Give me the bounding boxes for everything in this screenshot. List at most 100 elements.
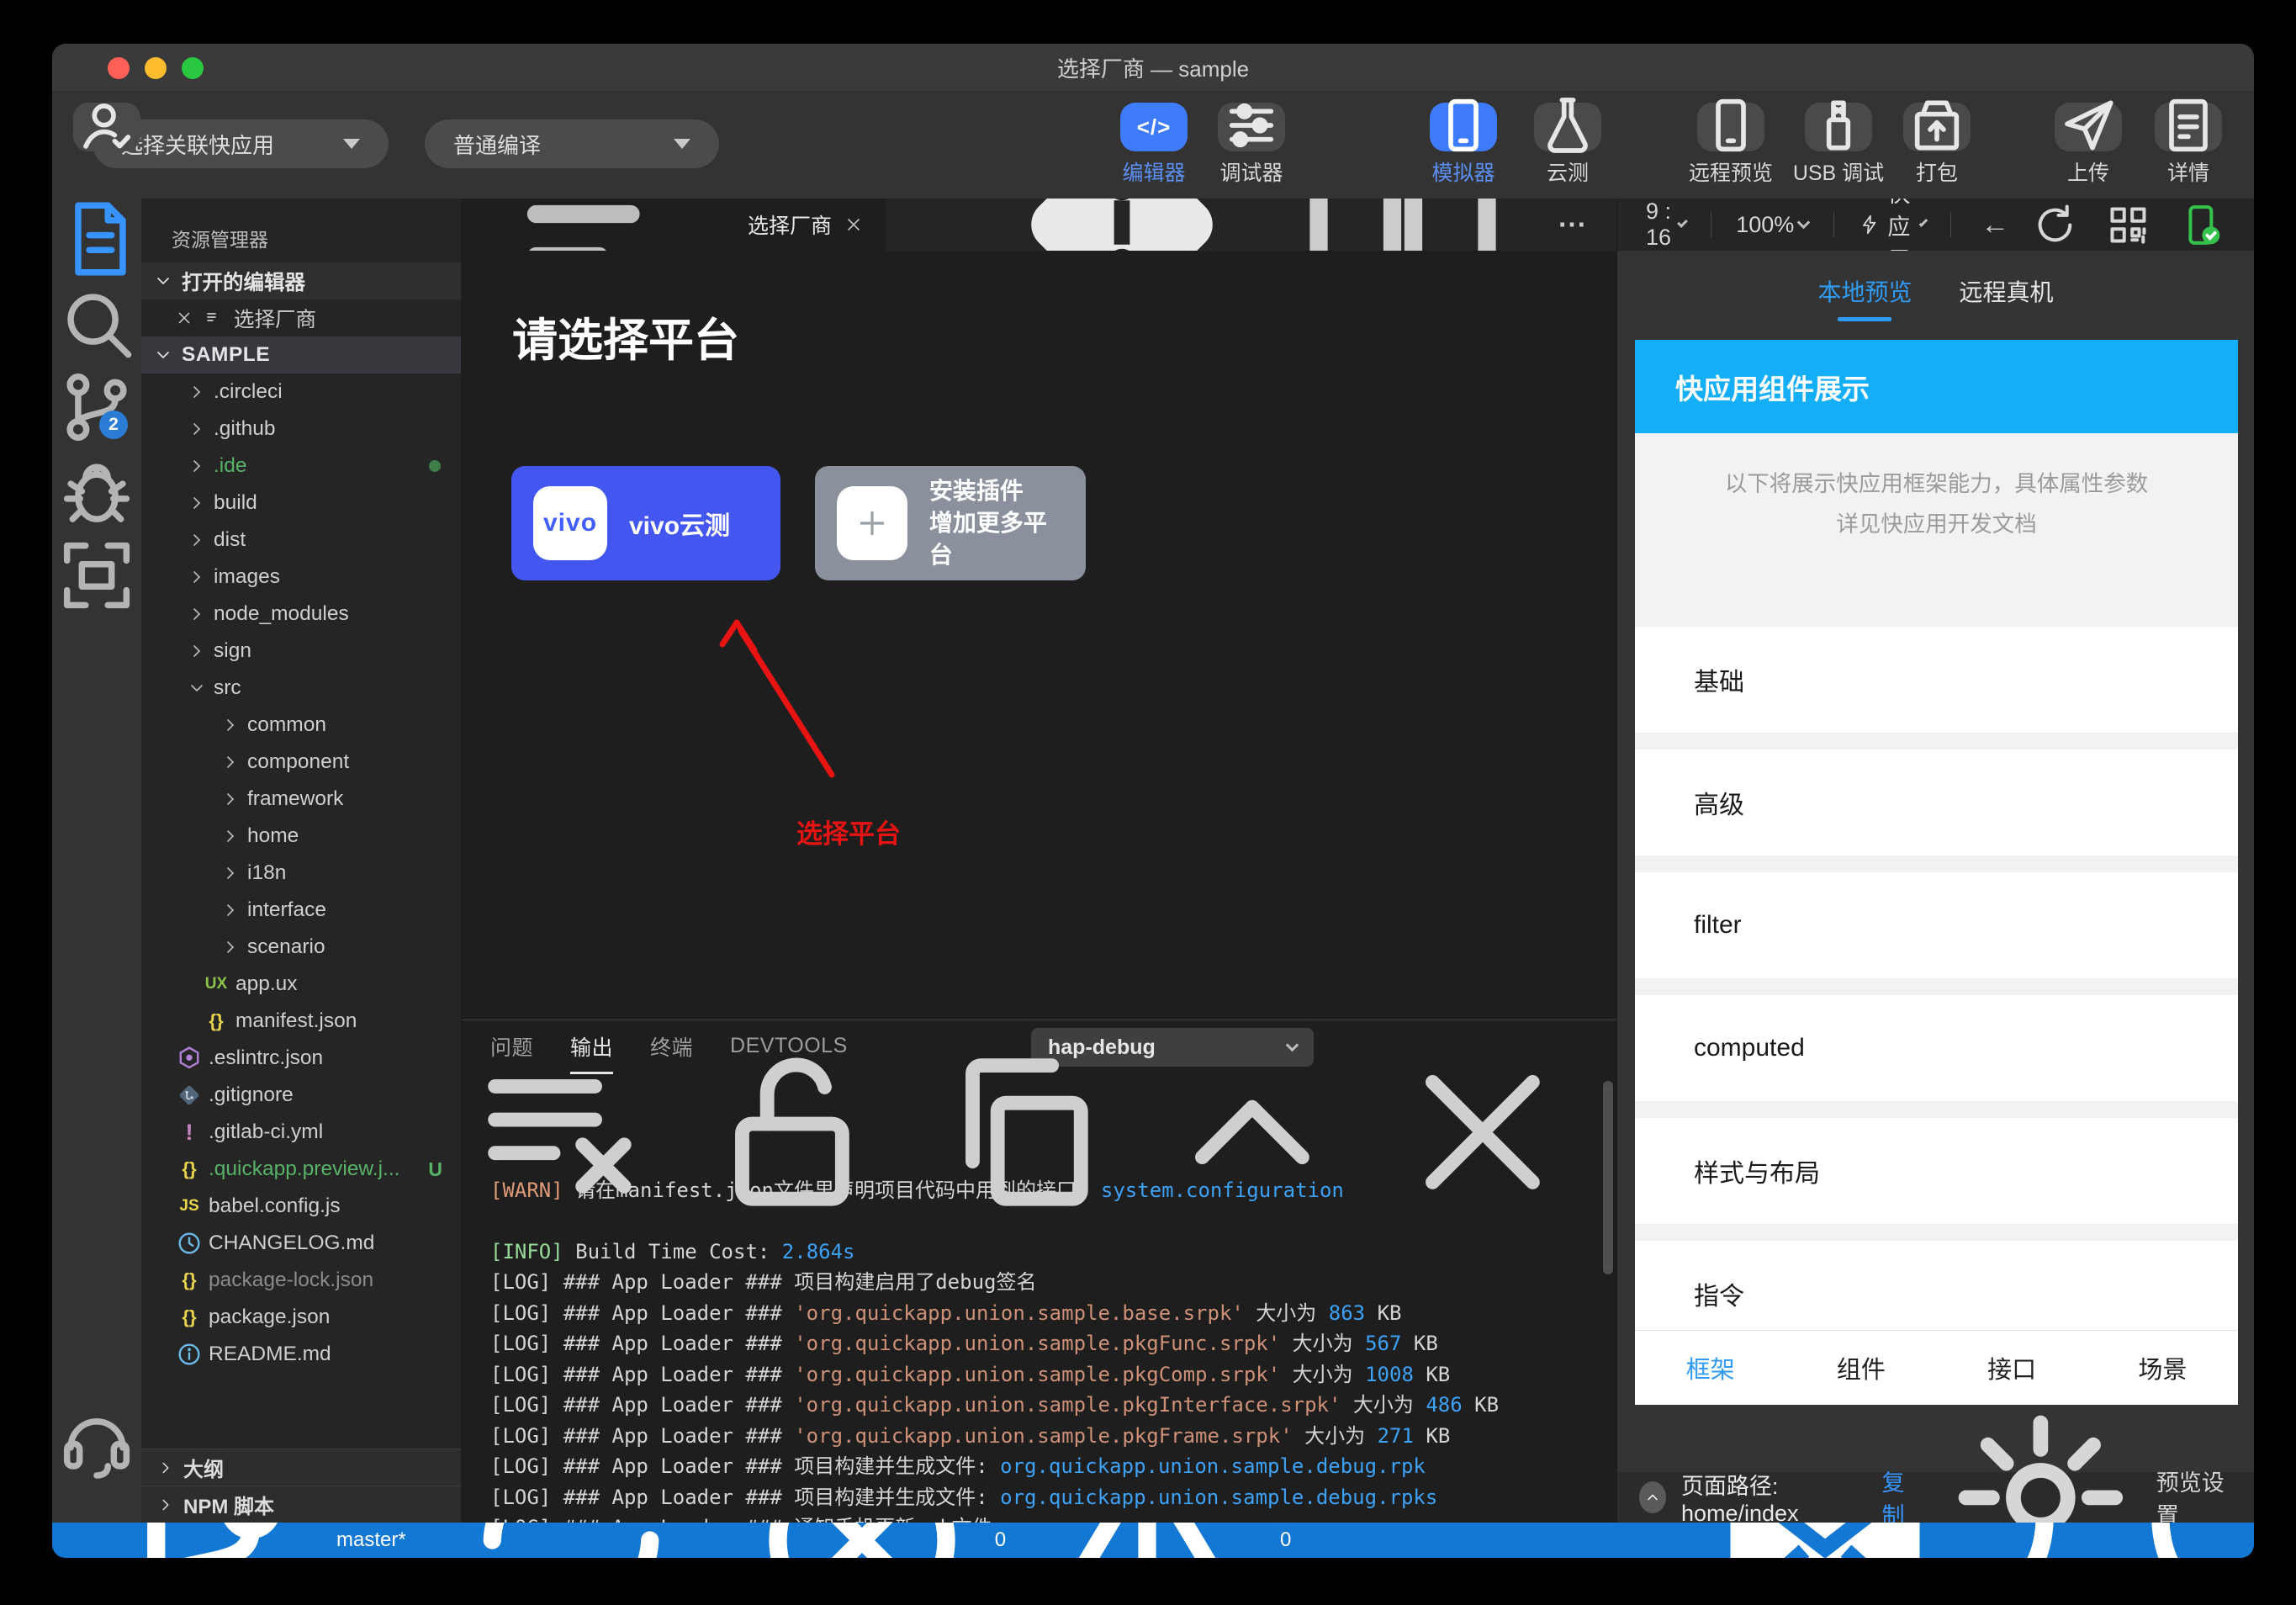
toolbar-button[interactable]: </> 编辑器 — [1099, 103, 1209, 187]
activity-item[interactable] — [52, 535, 141, 619]
close-panel-icon[interactable] — [1383, 1032, 1583, 1232]
tree-item[interactable]: home — [141, 818, 461, 855]
activity-item[interactable] — [52, 199, 141, 283]
tree-item[interactable]: .eslintrc.json — [141, 1040, 461, 1077]
preview-tab[interactable]: 远程真机 — [1960, 274, 2054, 320]
git-icon — [175, 1081, 204, 1110]
close-icon[interactable] — [175, 309, 193, 327]
tree-item[interactable]: framework — [141, 781, 461, 818]
clear-output-icon[interactable] — [462, 1032, 662, 1232]
phone-list-item[interactable]: 高级 — [1635, 750, 2238, 855]
qr-code-icon[interactable] — [2104, 201, 2152, 249]
back-icon[interactable]: ← — [1981, 209, 2009, 241]
preview-tab[interactable]: 本地预览 — [1817, 274, 1912, 320]
tree-item[interactable]: JS babel.config.js — [141, 1188, 461, 1225]
outline-section[interactable]: 大纲 — [141, 1449, 461, 1486]
vivo-platform-card[interactable]: vivo vivo云测 — [511, 466, 780, 580]
log-line: [LOG] ### App Loader ### 'org.quickapp.u… — [490, 1362, 1451, 1386]
activity-item[interactable] — [52, 451, 141, 535]
phone-tab[interactable]: 组件 — [1785, 1331, 1936, 1405]
help-headset-button[interactable] — [52, 1400, 141, 1484]
panel-action-icons — [462, 1032, 1583, 1232]
file-tree: .circleci .github .ide build dist images… — [141, 373, 461, 1373]
collapse-up-icon[interactable] — [1639, 1481, 1666, 1513]
open-editors-section[interactable]: 打开的编辑器 — [141, 262, 461, 299]
frame-icon — [52, 531, 141, 624]
tree-item[interactable]: component — [141, 744, 461, 781]
log-line: [INFO] Build Time Cost: 2.864s — [490, 1239, 855, 1263]
refresh-icon[interactable] — [2031, 201, 2079, 249]
tree-item[interactable]: .ide — [141, 448, 461, 485]
tree-item[interactable]: {} .quickapp.preview.j... U — [141, 1151, 461, 1188]
compile-mode-select[interactable]: 普通编译 — [425, 119, 719, 168]
chevron-right-icon — [156, 1496, 175, 1514]
tree-item[interactable]: .github — [141, 411, 461, 448]
more-actions-icon[interactable]: ⋯ — [1558, 208, 1586, 241]
toolbar-button[interactable]: 模拟器 — [1409, 98, 1518, 187]
toolbar-button[interactable]: 详情 — [2134, 98, 2243, 187]
tree-item[interactable]: dist — [141, 522, 461, 559]
project-root-section[interactable]: SAMPLE — [141, 336, 461, 373]
open-editor-item[interactable]: 选择厂商 — [141, 299, 461, 336]
toolbar-button[interactable]: USB 调试 — [1784, 100, 1893, 187]
panel-scrollbar[interactable] — [1603, 1081, 1613, 1274]
log-line: [LOG] ### App Loader ### 'org.quickapp.u… — [490, 1423, 1451, 1448]
add-platform-card[interactable]: 安装插件 增加更多平台 — [815, 466, 1086, 580]
npm-scripts-section[interactable]: NPM 脚本 — [141, 1486, 461, 1523]
tree-item[interactable]: interface — [141, 892, 461, 929]
chevR-icon — [220, 863, 241, 883]
tree-item[interactable]: {} package-lock.json — [141, 1262, 461, 1299]
zoom-window-button[interactable] — [182, 57, 204, 79]
tree-item[interactable]: build — [141, 485, 461, 522]
open-in-editor-icon[interactable] — [923, 1032, 1123, 1232]
log-line: [LOG] ### App Loader ### 'org.quickapp.u… — [490, 1300, 1402, 1325]
tree-item[interactable]: images — [141, 559, 461, 596]
toolbar-button[interactable]: 云测 — [1513, 97, 1622, 187]
activity-item[interactable] — [52, 283, 141, 367]
toolbar-button[interactable]: 远程预览 — [1676, 98, 1785, 187]
tree-item[interactable]: sign — [141, 633, 461, 670]
tree-item[interactable]: .gitignore — [141, 1077, 461, 1114]
chevR-icon — [220, 715, 241, 735]
chevR-icon — [187, 530, 207, 550]
tree-item[interactable]: .circleci — [141, 373, 461, 411]
phone-list-item[interactable]: 基础 — [1635, 627, 2238, 733]
phone-app-header: 快应用组件展示 — [1635, 340, 2238, 433]
editor-tabstrip: 选择厂商 ⋯ — [462, 134, 1616, 315]
tree-item[interactable]: README.md — [141, 1336, 461, 1373]
preview-settings-button[interactable]: 预览设置 — [1935, 1392, 2232, 1523]
copy-path-link[interactable]: 复制 — [1882, 1465, 1920, 1523]
phone-list-item[interactable]: 样式与布局 — [1635, 1118, 2238, 1224]
toolbar-button[interactable]: 打包 — [1882, 100, 1992, 187]
tree-item[interactable]: CHANGELOG.md — [141, 1225, 461, 1262]
activity-item[interactable]: 2 — [52, 367, 141, 451]
annotation-label: 选择平台 — [796, 819, 901, 849]
phone-list-item[interactable]: filter — [1635, 872, 2238, 978]
tree-item[interactable]: {} package.json — [141, 1299, 461, 1336]
info-icon — [175, 1340, 204, 1369]
ratio-select[interactable]: 9 : 16 — [1646, 199, 1688, 251]
minimize-window-button[interactable] — [145, 57, 167, 79]
phone-tab[interactable]: 框架 — [1635, 1331, 1785, 1405]
tree-item[interactable]: scenario — [141, 929, 461, 966]
toolbar-button[interactable]: 上传 — [2034, 100, 2143, 187]
main-area: 2 资源管理器 打开的编辑器 选择厂商 SAMPLE .circleci .gi… — [52, 134, 2254, 1523]
device-connected-icon[interactable] — [2177, 201, 2225, 249]
unlock-scroll-icon[interactable] — [692, 1032, 892, 1232]
tree-item[interactable]: UX app.ux — [141, 966, 461, 1003]
tree-item[interactable]: src — [141, 670, 461, 707]
close-tab-icon[interactable] — [844, 215, 864, 235]
close-window-button[interactable] — [108, 57, 130, 79]
tree-item[interactable]: node_modules — [141, 596, 461, 633]
tree-item[interactable]: common — [141, 707, 461, 744]
zoom-select[interactable]: 100% — [1736, 212, 1811, 238]
toolbar-button[interactable]: 调试器 — [1197, 103, 1306, 187]
ux-icon: UX — [204, 975, 228, 993]
tree-item[interactable]: ! .gitlab-ci.yml — [141, 1114, 461, 1151]
maximize-panel-icon[interactable] — [1152, 1032, 1352, 1232]
tree-item[interactable]: {} manifest.json — [141, 1003, 461, 1040]
tab-vendor-select[interactable]: 选择厂商 — [462, 162, 886, 266]
tree-item[interactable]: i18n — [141, 855, 461, 892]
toolbar-button[interactable] — [52, 103, 161, 156]
phone-list-item[interactable]: computed — [1635, 995, 2238, 1101]
